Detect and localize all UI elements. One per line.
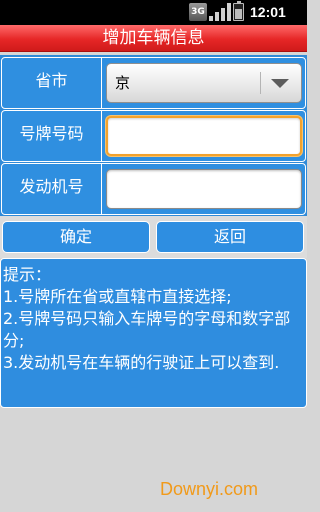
back-button[interactable]: 返回	[156, 221, 304, 253]
network-3g-icon: 3G	[189, 3, 207, 21]
status-bar: 3G 12:01 PM	[0, 0, 307, 39]
tips-panel: 提示： 1.号牌所在省或直辖市直接选择; 2.号牌号码只输入车牌号的字母和数字部…	[0, 258, 307, 408]
province-row: 省市 京	[1, 57, 306, 109]
plate-label: 号牌号码	[2, 111, 102, 161]
signal-strength-icon	[209, 3, 231, 21]
page-title: 增加车辆信息	[0, 25, 307, 52]
tip-item: 1.号牌所在省或直辖市直接选择;	[3, 287, 232, 306]
engine-field-wrap	[106, 169, 302, 209]
plate-row: 号牌号码	[1, 110, 306, 162]
tip-item: 3.发动机号在车辆的行驶证上可以查到.	[3, 353, 280, 372]
chevron-down-icon[interactable]	[271, 79, 289, 88]
engine-number-input[interactable]	[106, 169, 302, 209]
tips-heading: 提示：	[3, 265, 52, 284]
watermark-logo: Downyi.com	[160, 479, 259, 499]
plate-number-input[interactable]	[106, 116, 302, 156]
province-select[interactable]: 京	[106, 63, 302, 103]
status-time: 12:01 PM	[250, 4, 286, 39]
province-dropdown[interactable]: 京	[106, 63, 302, 103]
engine-label: 发动机号	[2, 164, 102, 214]
plate-field-wrap	[106, 116, 302, 156]
confirm-button[interactable]: 确定	[2, 221, 150, 253]
province-selected-value: 京	[115, 74, 131, 92]
engine-row: 发动机号	[1, 163, 306, 215]
dropdown-divider	[260, 72, 261, 94]
button-bar: 确定 返回	[0, 216, 307, 258]
vehicle-form: 省市 京 号牌号码 发动机号	[0, 55, 307, 216]
tip-item: 2.号牌号码只输入车牌号的字母和数字部分;	[3, 309, 291, 350]
battery-icon	[233, 1, 244, 21]
province-label: 省市	[2, 58, 102, 108]
